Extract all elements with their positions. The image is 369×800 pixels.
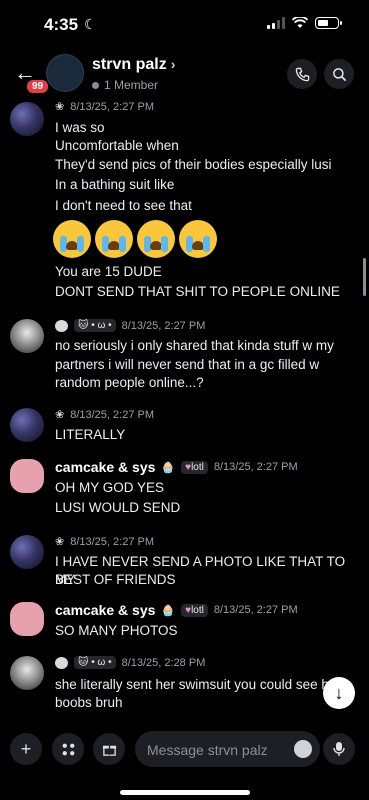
channel-header: ← 99 strvn palz › 1 Member [0, 48, 369, 100]
members-label: 1 Member [104, 78, 159, 92]
message-text: I don't need to see that [55, 198, 192, 213]
timestamp: 8/13/25, 2:27 PM [121, 319, 206, 332]
gift-icon [102, 745, 116, 756]
author-name[interactable]: camcake & sys [55, 459, 155, 475]
speech-bubble-icon [55, 656, 68, 669]
home-indicator [120, 790, 250, 795]
wifi-icon [292, 17, 308, 28]
member-count: 1 Member [92, 78, 158, 92]
speech-bubble-icon [55, 319, 68, 332]
timestamp: 8/13/25, 2:28 PM [121, 656, 206, 669]
unread-badge: 99 [25, 78, 51, 95]
flower-icon: ❀ [55, 101, 65, 113]
signal-icon [267, 17, 285, 29]
add-button[interactable]: + [10, 733, 42, 765]
avatar[interactable] [10, 602, 44, 636]
timestamp: 8/13/25, 2:27 PM [70, 408, 154, 421]
group-avatar[interactable] [46, 54, 84, 92]
user-tag: ♥lotl [181, 603, 208, 617]
message-text: no seriously i only shared that kinda st… [55, 338, 334, 353]
timestamp: 8/13/25, 2:27 PM [213, 604, 298, 616]
composer-bar: + [0, 725, 369, 785]
avatar[interactable] [10, 102, 44, 136]
message-text: LUSI WOULD SEND [55, 500, 181, 515]
message-text: LITERALLY [55, 427, 126, 442]
message-text: DONT SEND THAT SHIT TO PEOPLE ONLINE [55, 284, 340, 299]
author-name[interactable]: camcake & sys [55, 602, 155, 618]
user-tag: 🐱 • ω • [74, 656, 116, 669]
channel-title[interactable]: strvn palz › [92, 56, 175, 74]
avatar[interactable] [10, 535, 44, 569]
microphone-icon [333, 742, 345, 756]
message-input-wrapper [135, 731, 320, 769]
message-text: BEST OF FRIENDS [55, 572, 176, 587]
message-text: You are 15 DUDE [55, 264, 162, 279]
channel-name: strvn palz [92, 56, 167, 73]
search-icon [332, 67, 346, 81]
message-text: OH MY GOD YES [55, 480, 165, 495]
jump-to-bottom-button[interactable]: ↓ [323, 677, 355, 709]
battery-icon [315, 17, 342, 29]
status-bar: 4:35 ☾ [0, 0, 369, 44]
phone-icon [295, 67, 309, 81]
gift-button[interactable] [93, 733, 125, 765]
flower-icon: ❀ [55, 409, 65, 421]
timestamp: 8/13/25, 2:27 PM [70, 100, 154, 113]
cupcake-icon: 🧁 [161, 461, 176, 474]
avatar[interactable] [10, 408, 44, 442]
scrollbar[interactable] [363, 258, 366, 296]
emoji-picker-icon[interactable] [294, 740, 312, 758]
avatar[interactable] [10, 319, 44, 353]
crying-emoji-icon [179, 220, 217, 258]
status-dot-icon [92, 81, 99, 89]
timestamp: 8/13/25, 2:27 PM [213, 461, 298, 473]
message-text: Uncomfortable when [55, 138, 179, 153]
message-text: she literally sent her swimsuit you coul… [55, 677, 337, 692]
user-tag: 🐱 • ω • [74, 319, 116, 332]
plus-icon: + [20, 738, 32, 759]
message-text: They'd send pics of their bodies especia… [55, 157, 332, 172]
message-text: SO MANY PHOTOS [55, 623, 178, 638]
message-text: boobs bruh [55, 695, 123, 710]
cupcake-icon: 🧁 [161, 604, 176, 617]
call-button[interactable] [287, 59, 317, 89]
clock: 4:35 [44, 15, 79, 34]
apps-button[interactable] [52, 733, 84, 765]
message-input[interactable] [135, 731, 294, 769]
search-button[interactable] [324, 59, 354, 89]
message-text: I was so [55, 120, 105, 135]
crying-emoji-icon [137, 220, 175, 258]
timestamp: 8/13/25, 2:27 PM [70, 535, 154, 548]
message-text: random people online...? [55, 375, 204, 390]
flower-icon: ❀ [55, 536, 65, 548]
arrow-down-icon: ↓ [334, 682, 344, 703]
crying-emoji-icon [95, 220, 133, 258]
avatar[interactable] [10, 459, 44, 493]
user-tag: ♥lotl [181, 460, 208, 474]
voice-message-button[interactable] [323, 733, 355, 765]
crying-emoji-icon [53, 220, 91, 258]
message-text: partners i will never send that in a gc … [55, 357, 320, 372]
chevron-right-icon: › [170, 56, 176, 72]
avatar[interactable] [10, 656, 44, 690]
message-text: In a bathing suit like [55, 177, 175, 192]
message-list[interactable]: ❀ 8/13/25, 2:27 PM I was so Uncomfortable… [0, 100, 369, 720]
apps-icon [62, 743, 74, 755]
moon-icon: ☾ [84, 16, 97, 32]
